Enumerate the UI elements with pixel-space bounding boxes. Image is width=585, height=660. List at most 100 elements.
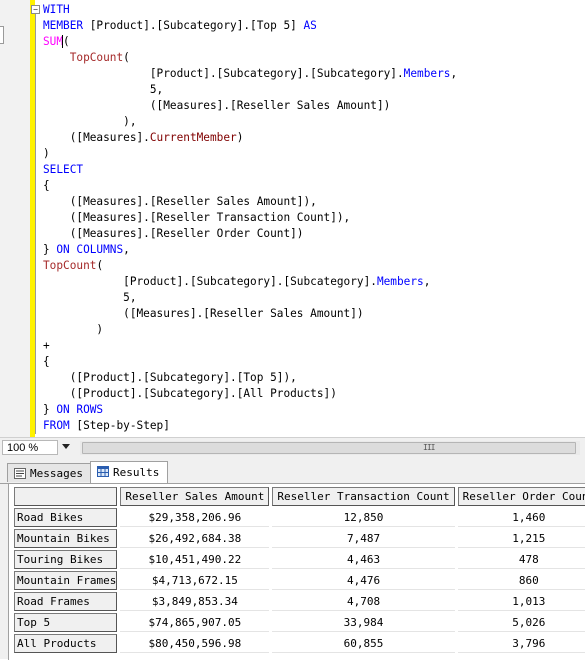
code-token: [Product].[Subcategory].[Subcategory].: [43, 67, 404, 80]
grid-icon: [97, 466, 109, 477]
outline-line: [35, 14, 36, 434]
cell-sales-amount[interactable]: $10,451,490.22: [120, 550, 270, 569]
code-line[interactable]: } ON ROWS: [43, 402, 457, 418]
code-line[interactable]: MEMBER [Product].[Subcategory].[Top 5] A…: [43, 18, 457, 34]
row-header[interactable]: All Products: [14, 634, 118, 653]
code-token: TopCount: [69, 51, 124, 64]
code-token: CurrentMember: [149, 131, 237, 144]
code-line[interactable]: ([Measures].CurrentMember): [43, 130, 457, 146]
code-line[interactable]: FROM [Step-by-Step]: [43, 418, 457, 434]
cell-sales-amount[interactable]: $74,865,907.05: [120, 613, 270, 632]
row-header[interactable]: Road Frames: [14, 592, 118, 611]
code-line[interactable]: ([Measures].[Reseller Transaction Count]…: [43, 210, 457, 226]
zoom-level-select[interactable]: 100 %: [2, 440, 58, 455]
row-header[interactable]: Touring Bikes: [14, 550, 118, 569]
code-line[interactable]: } ON COLUMNS,: [43, 242, 457, 258]
code-token: MEMBER: [43, 19, 84, 32]
grid-corner-cell[interactable]: [14, 487, 118, 506]
cell-transaction-count[interactable]: 4,708: [272, 592, 455, 611]
code-line[interactable]: ([Measures].[Reseller Sales Amount]),: [43, 194, 457, 210]
code-token: (: [62, 35, 70, 48]
query-editor[interactable]: − WITH MEMBER [Product].[Subcategory].[To…: [0, 0, 585, 437]
column-header[interactable]: Reseller Order Count: [457, 487, 585, 506]
code-line[interactable]: {: [43, 178, 457, 194]
code-token: Members: [376, 275, 424, 288]
row-header[interactable]: Mountain Bikes: [14, 529, 118, 548]
code-line[interactable]: {: [43, 354, 457, 370]
row-header[interactable]: Mountain Frames: [14, 571, 118, 590]
cell-sales-amount[interactable]: $4,713,672.15: [120, 571, 270, 590]
code-token: (: [96, 259, 104, 272]
cell-sales-amount[interactable]: $26,492,684.38: [120, 529, 270, 548]
horizontal-scrollbar[interactable]: III: [80, 441, 580, 455]
code-line[interactable]: [Product].[Subcategory].[Subcategory].Me…: [43, 66, 457, 82]
tab-results[interactable]: Results: [90, 461, 168, 484]
code-line[interactable]: 5,: [43, 290, 457, 306]
cell-order-count[interactable]: 3,796: [457, 634, 585, 653]
tab-messages[interactable]: Messages: [7, 463, 91, 482]
scrollbar-grip-icon: III: [423, 443, 435, 452]
cell-transaction-count[interactable]: 12,850: [272, 508, 455, 527]
results-tab-strip: Messages Results: [0, 461, 585, 484]
cell-transaction-count[interactable]: 4,463: [272, 550, 455, 569]
row-header[interactable]: Road Bikes: [14, 508, 118, 527]
code-token: [Step-by-Step]: [69, 419, 170, 432]
cell-transaction-count[interactable]: 4,476: [272, 571, 455, 590]
code-line[interactable]: ): [43, 146, 457, 162]
code-line[interactable]: 5,: [43, 82, 457, 98]
code-token: ([Measures].: [43, 131, 150, 144]
cell-order-count[interactable]: 860: [457, 571, 585, 590]
cell-order-count[interactable]: 1,215: [457, 529, 585, 548]
code-line[interactable]: ([Measures].[Reseller Order Count]): [43, 226, 457, 242]
code-line[interactable]: ([Measures].[Reseller Sales Amount]): [43, 98, 457, 114]
code-line[interactable]: ([Product].[Subcategory].[All Products]): [43, 386, 457, 402]
column-header[interactable]: Reseller Sales Amount: [120, 487, 270, 506]
cell-transaction-count[interactable]: 60,855: [272, 634, 455, 653]
code-token: [Product].[Subcategory].[Subcategory].: [43, 275, 377, 288]
results-grid[interactable]: Reseller Sales Amount Reseller Transacti…: [8, 483, 585, 660]
code-token: ,: [423, 275, 431, 288]
cell-sales-amount[interactable]: $29,358,206.96: [120, 508, 270, 527]
code-token: ([Product].[Subcategory].[All Products]): [43, 387, 337, 400]
code-line[interactable]: ([Product].[Subcategory].[Top 5]),: [43, 370, 457, 386]
code-token: (: [123, 51, 130, 64]
code-token: [Product].[Subcategory].[Top 5]: [83, 19, 304, 32]
cell-sales-amount[interactable]: $3,849,853.34: [120, 592, 270, 611]
code-line[interactable]: SELECT: [43, 162, 457, 178]
cell-sales-amount[interactable]: $80,450,596.98: [120, 634, 270, 653]
cell-order-count[interactable]: 1,460: [457, 508, 585, 527]
tab-messages-label: Messages: [30, 467, 83, 480]
gutter-marker: [0, 26, 4, 44]
code-line[interactable]: SUM(: [43, 34, 457, 50]
code-token: ([Measures].[Reseller Order Count]): [43, 227, 304, 240]
code-token: 5,: [43, 83, 164, 96]
code-token: SELECT: [43, 163, 84, 176]
code-line[interactable]: ),: [43, 114, 457, 130]
code-token: ,: [123, 243, 130, 256]
cell-transaction-count[interactable]: 7,487: [272, 529, 455, 548]
code-line[interactable]: ([Measures].[Reseller Sales Amount]): [43, 306, 457, 322]
code-token: ON COLUMNS: [56, 243, 124, 256]
scrollbar-thumb[interactable]: [82, 442, 576, 454]
table-row: Top 5 $74,865,907.05 33,984 5,026: [14, 613, 585, 632]
code-token: ON ROWS: [56, 403, 104, 416]
collapse-region-icon[interactable]: −: [31, 5, 40, 14]
code-line[interactable]: ): [43, 322, 457, 338]
cell-order-count[interactable]: 478: [457, 550, 585, 569]
cell-transaction-count[interactable]: 33,984: [272, 613, 455, 632]
code-line[interactable]: WITH: [43, 2, 457, 18]
code-line[interactable]: [Product].[Subcategory].[Subcategory].Me…: [43, 274, 457, 290]
code-token: ): [43, 323, 104, 336]
chevron-down-icon[interactable]: [62, 444, 70, 449]
code-token: FROM: [43, 419, 70, 432]
cell-order-count[interactable]: 1,013: [457, 592, 585, 611]
editor-gutter: [0, 0, 31, 437]
mdx-code[interactable]: WITH MEMBER [Product].[Subcategory].[Top …: [43, 2, 457, 434]
code-line[interactable]: +: [43, 338, 457, 354]
column-header[interactable]: Reseller Transaction Count: [272, 487, 455, 506]
code-line[interactable]: TopCount(: [43, 258, 457, 274]
cell-order-count[interactable]: 5,026: [457, 613, 585, 632]
code-line[interactable]: TopCount(: [43, 50, 457, 66]
row-header[interactable]: Top 5: [14, 613, 118, 632]
